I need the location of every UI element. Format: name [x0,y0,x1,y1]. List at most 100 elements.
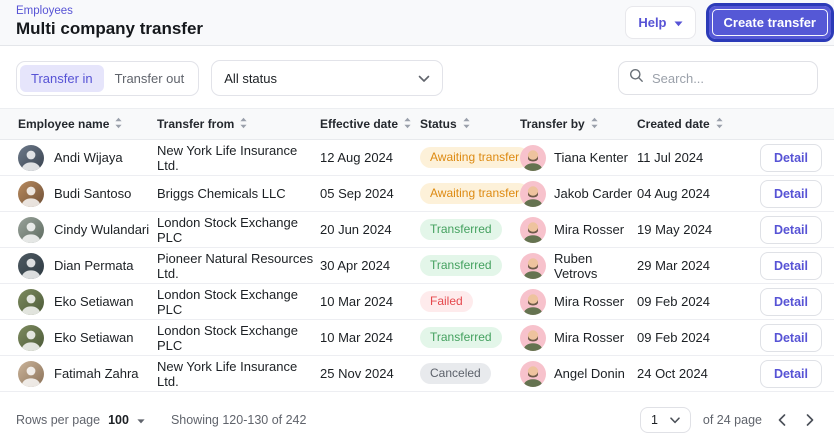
filters-toolbar: Transfer in Transfer out All status [0,46,834,108]
pagination: 1 of 24 page [639,407,818,433]
detail-button[interactable]: Detail [759,251,822,280]
tab-transfer-out[interactable]: Transfer out [104,65,196,92]
column-header-created-date[interactable]: Created date [637,117,758,132]
sort-icon [239,117,248,132]
effective-date-cell: 05 Sep 2024 [320,186,394,201]
transfer-from-cell: Pioneer Natural Resources Ltd. [157,250,314,281]
transfer-by-avatar [520,252,546,279]
search-input[interactable] [652,70,807,86]
employee-cell: Eko Setiawan [18,288,157,315]
detail-button[interactable]: Detail [759,143,822,172]
action-cell: Detail [758,251,822,280]
table-row: Andi Wijaya New York Life Insurance Ltd.… [0,140,834,176]
table-footer: Rows per page 100 Showing 120-130 of 242… [0,392,834,448]
employee-cell: Dian Permata [18,252,157,279]
transfer-by-cell: Jakob Carder [520,180,637,207]
rows-per-page-value: 100 [108,413,129,427]
status-filter-select[interactable]: All status [211,60,444,96]
transfer-from-cell: London Stock Exchange PLC [157,322,298,353]
effective-date-cell: 30 Apr 2024 [320,258,391,273]
status-badge: Failed [420,290,473,313]
transfer-direction-tabs: Transfer in Transfer out [16,60,200,96]
transfer-by-name: Angel Donin [554,366,625,381]
multi-company-transfer-page: Employees Multi company transfer Help Cr… [0,0,834,448]
status-cell: Transferred [420,254,520,277]
transfer-from-cell: New York Life Insurance Ltd. [157,142,298,173]
table-row: Dian Permata Pioneer Natural Resources L… [0,248,834,284]
employee-avatar [18,180,44,207]
table-body: Andi Wijaya New York Life Insurance Ltd.… [0,140,834,392]
employee-cell: Eko Setiawan [18,324,157,351]
transfer-by-name: Tiana Kenter [554,150,628,165]
created-date-cell: 24 Oct 2024 [637,366,708,381]
employee-avatar [18,252,44,279]
help-button[interactable]: Help [625,6,696,39]
table-row: Budi Santoso Briggs Chemicals LLC 05 Sep… [0,176,834,212]
effective-date-cell: 10 Mar 2024 [320,294,393,309]
transfer-by-cell: Mira Rosser [520,216,637,243]
employee-name: Eko Setiawan [54,294,134,309]
breadcrumb[interactable]: Employees [16,6,203,18]
chevron-left-icon [778,414,786,429]
employee-avatar [18,360,44,387]
employee-name: Budi Santoso [54,186,132,201]
page-number-select[interactable]: 1 [639,407,691,433]
employee-name: Cindy Wulandari [54,222,150,237]
tab-transfer-in[interactable]: Transfer in [20,64,104,92]
employee-cell: Budi Santoso [18,180,157,207]
status-badge: Transferred [420,326,502,349]
action-cell: Detail [758,323,822,352]
column-header-employee-name[interactable]: Employee name [18,117,157,132]
action-cell: Detail [758,287,822,316]
transfer-by-cell: Angel Donin [520,360,637,387]
transfer-from-cell: London Stock Exchange PLC [157,214,298,245]
header-titles: Employees Multi company transfer [16,6,203,38]
transfer-by-cell: Ruben Vetrovs [520,251,637,281]
detail-button[interactable]: Detail [759,287,822,316]
transfer-by-cell: Mira Rosser [520,324,637,351]
transfer-by-name: Mira Rosser [554,294,625,309]
click-target-highlight: Create transfer [705,3,834,42]
action-cell: Detail [758,179,822,208]
status-cell: Transferred [420,218,520,241]
transfer-from-cell: Briggs Chemicals LLC [157,186,286,201]
transfer-by-avatar [520,180,546,207]
detail-button[interactable]: Detail [759,323,822,352]
status-cell: Failed [420,290,520,313]
column-header-transfer-from[interactable]: Transfer from [157,117,320,132]
previous-page-button[interactable] [774,412,790,428]
status-badge: Canceled [420,362,491,385]
detail-button[interactable]: Detail [759,215,822,244]
table-header-row: Employee name Transfer from Effective da… [0,108,834,140]
rows-per-page-select[interactable]: Rows per page 100 [16,413,145,427]
employee-avatar [18,216,44,243]
status-cell: Canceled [420,362,520,385]
created-date-cell: 09 Feb 2024 [637,330,711,345]
action-cell: Detail [758,215,822,244]
page-header: Employees Multi company transfer Help Cr… [0,0,834,46]
chevron-down-icon [418,71,430,86]
next-page-button[interactable] [802,412,818,428]
status-badge: Transferred [420,218,502,241]
transfer-by-avatar [520,144,546,171]
employee-name: Dian Permata [54,258,134,273]
detail-button[interactable]: Detail [759,359,822,388]
employee-cell: Cindy Wulandari [18,216,157,243]
effective-date-cell: 12 Aug 2024 [320,150,394,165]
column-header-transfer-by[interactable]: Transfer by [520,117,637,132]
transfers-table: Employee name Transfer from Effective da… [0,108,834,392]
created-date-cell: 11 Jul 2024 [637,150,704,165]
employee-avatar [18,324,44,351]
search-icon [629,68,644,88]
action-cell: Detail [758,143,822,172]
search-box [618,61,818,95]
create-transfer-button[interactable]: Create transfer [708,6,831,39]
sort-icon [114,117,123,132]
employee-name: Andi Wijaya [54,150,123,165]
detail-button[interactable]: Detail [759,179,822,208]
status-filter-value: All status [224,70,278,86]
of-pages-text: of 24 page [702,413,762,427]
column-header-status[interactable]: Status [420,117,520,132]
created-date-cell: 19 May 2024 [637,222,713,237]
column-header-effective-date[interactable]: Effective date [320,117,420,132]
